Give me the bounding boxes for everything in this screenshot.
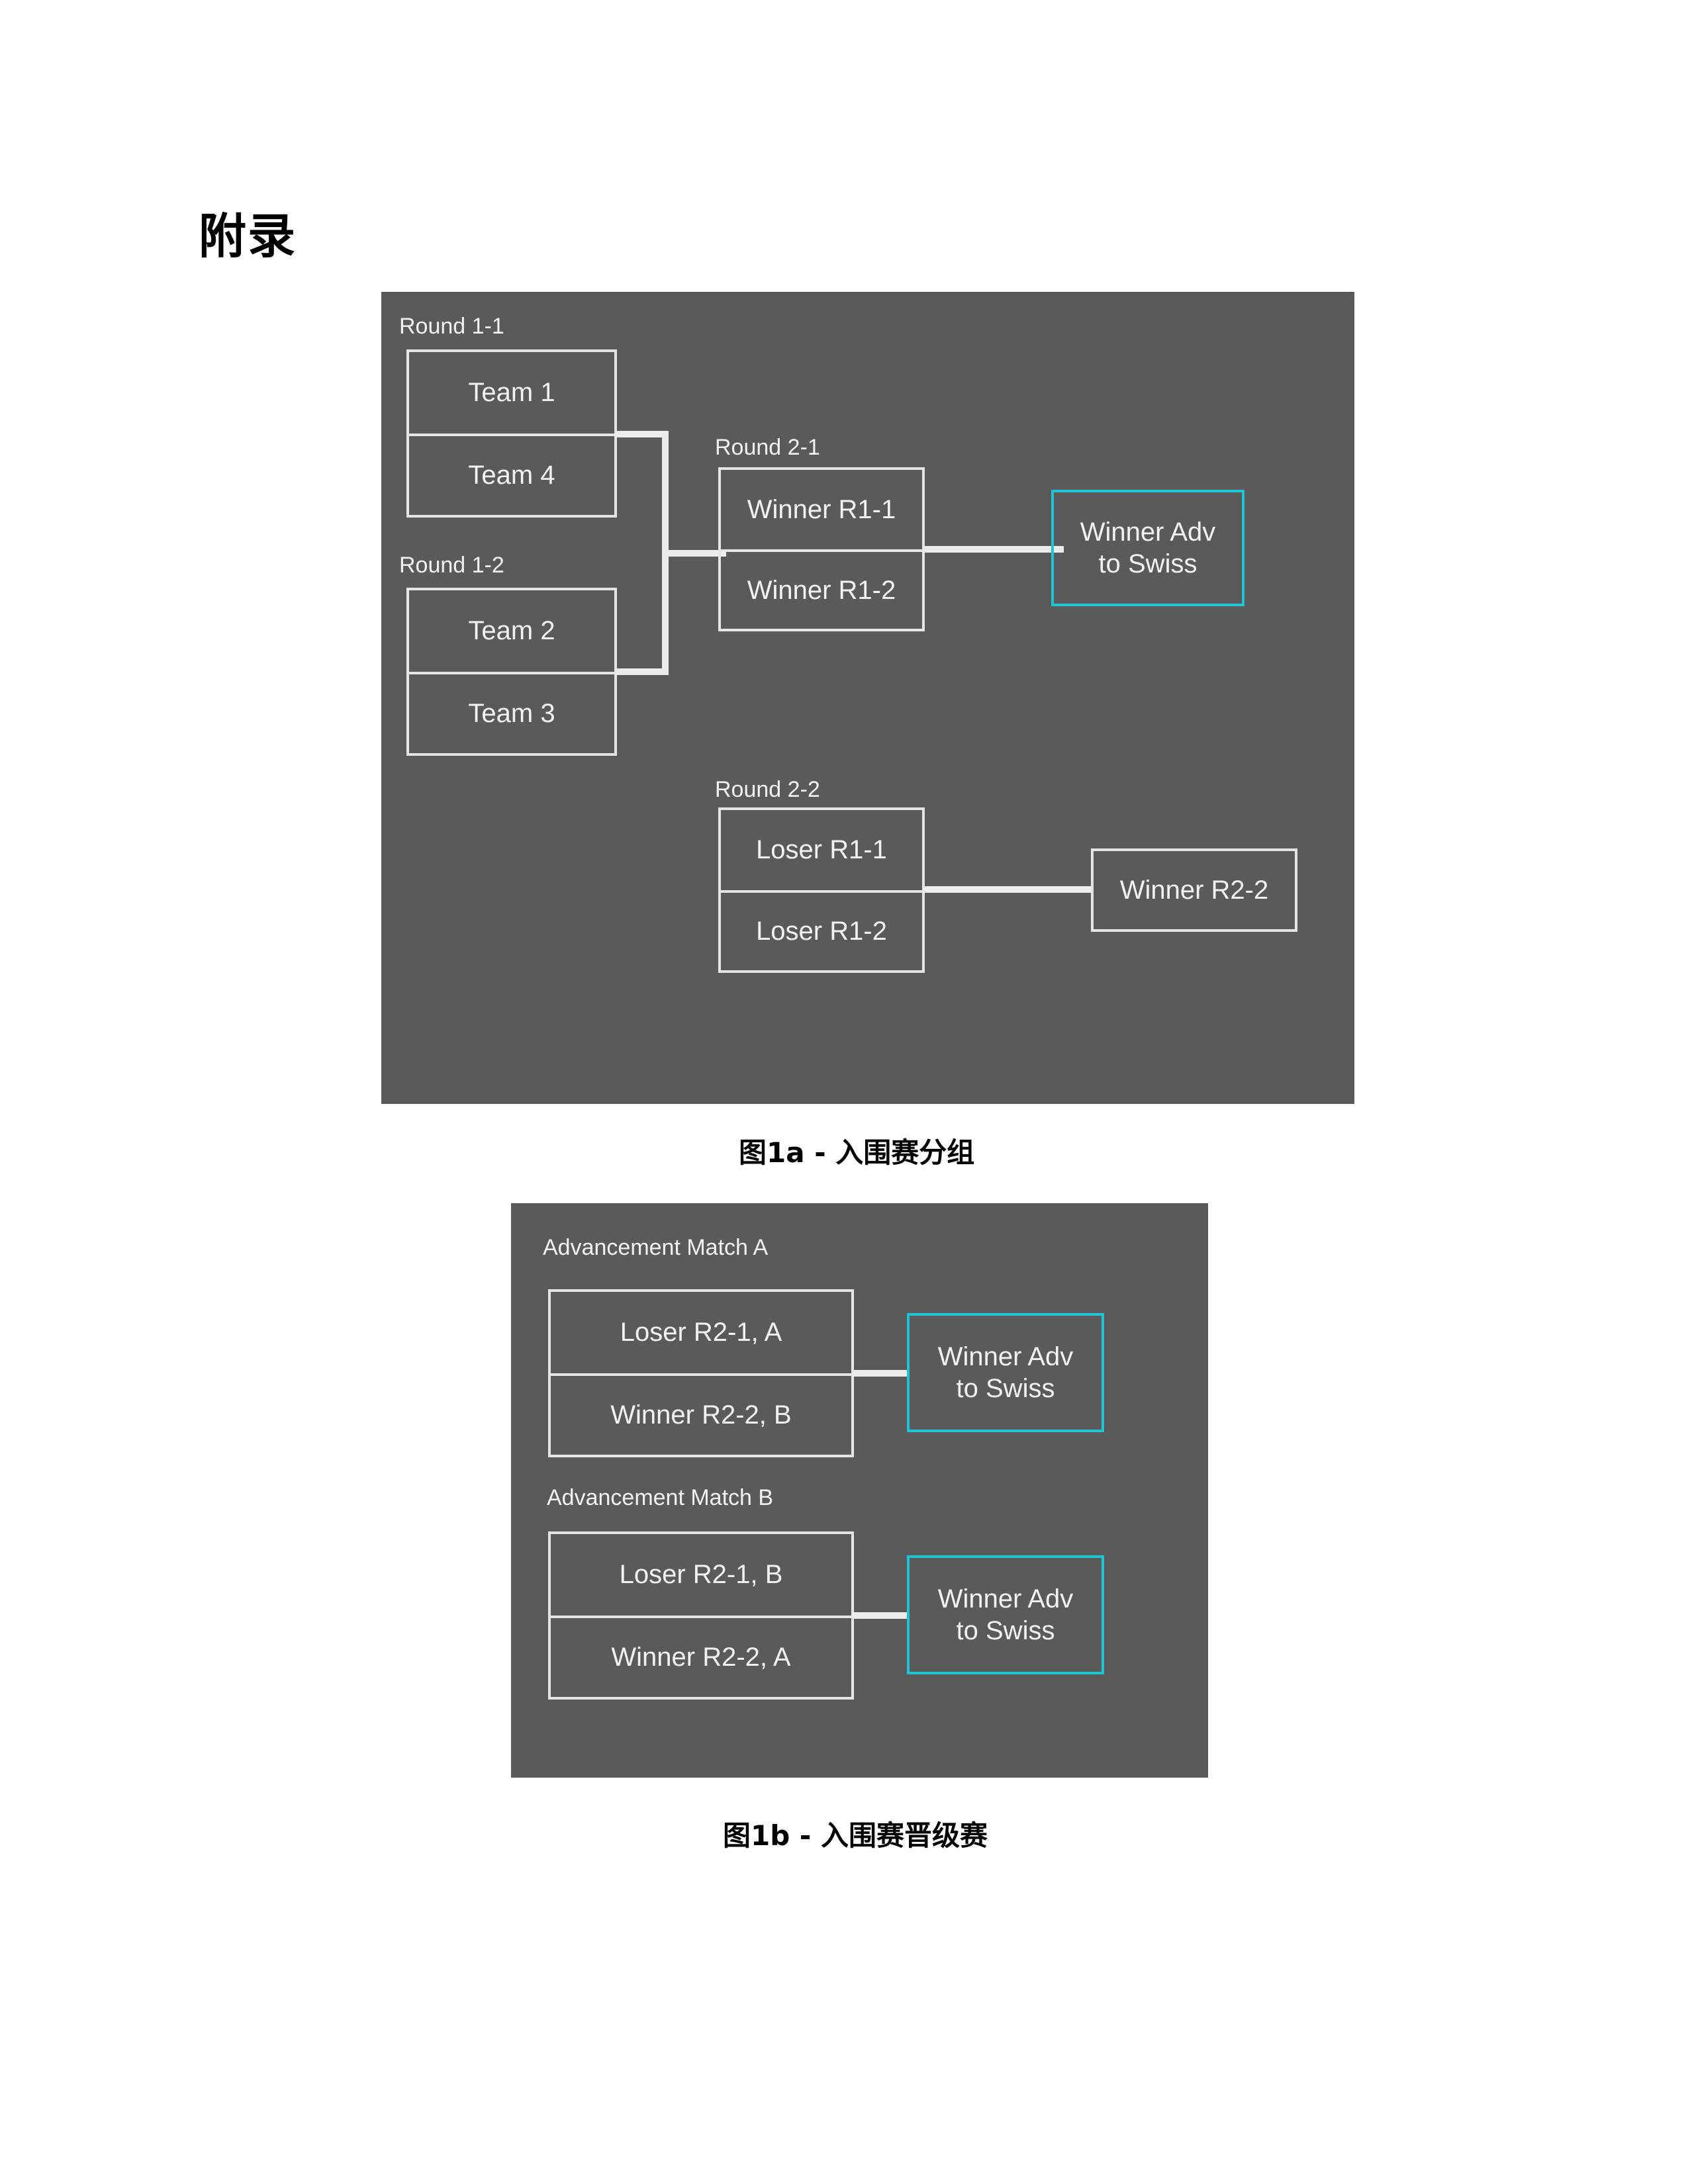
match-a-label: Advancement Match A [543,1235,769,1260]
connector-r2-1-to-swiss [923,546,1064,553]
slot-team-3: Team 3 [409,672,614,753]
round-1-2-match: Team 2 Team 3 [406,588,617,756]
slot-winner-r1-2: Winner R1-2 [721,549,922,629]
connector-r1-to-r2 [662,550,726,557]
slot-winner-r2-2-a: Winner R2-2, A [551,1615,851,1697]
slot-winner-r1-1: Winner R1-1 [747,494,896,524]
advance-line-1: Winner Adv [1080,518,1216,547]
figure-1a-caption: 图1a - 入围赛分组 [739,1136,975,1169]
slot-loser-r1-1: Loser R1-1 [756,835,887,864]
round-1-2-label: Round 1-2 [399,553,504,578]
advance-line-2: to Swiss [1098,549,1197,578]
round-2-1-label: Round 2-1 [715,435,820,460]
slot-team-4: Team 4 [409,433,614,515]
slot-loser-r2-1-a: Loser R2-1, A [620,1318,782,1347]
advance-to-swiss-box-a: Winner Adv to Swiss [907,1313,1104,1432]
round-1-1-label: Round 1-1 [399,314,504,339]
connector-match-a [853,1370,908,1377]
slot-winner-r2-2-b: Winner R2-2, B [551,1373,851,1455]
round-2-2-match: Loser R1-1 Loser R1-2 [718,807,925,973]
match-b-label: Advancement Match B [547,1485,774,1510]
match-b: Loser R2-1, B Winner R2-2, A [548,1531,854,1700]
winner-r2-2-box: Winner R2-2 [1091,848,1297,932]
slot-team-2: Team 2 [468,616,555,645]
round-2-1-match: Winner R1-1 Winner R1-2 [718,467,925,631]
connector-r1-1 [616,431,669,437]
match-a: Loser R2-1, A Winner R2-2, B [548,1289,854,1457]
advance-to-swiss-box-1a: Winner Adv to Swiss [1051,490,1244,606]
connector-r2-2-to-winner [923,886,1092,893]
advance-line-1: Winner Adv [937,1342,1074,1371]
connector-match-b [853,1612,908,1619]
round-2-2-label: Round 2-2 [715,777,820,802]
connector-r1-2 [616,668,669,675]
appendix-heading: 附录 [199,208,297,264]
advance-line-2: to Swiss [956,1616,1055,1645]
advance-to-swiss-box-b: Winner Adv to Swiss [907,1555,1104,1674]
round-1-1-match: Team 1 Team 4 [406,349,617,518]
slot-team-1: Team 1 [468,378,555,407]
slot-loser-r2-1-b: Loser R2-1, B [619,1560,783,1589]
advance-line-1: Winner Adv [937,1584,1074,1614]
slot-loser-r1-2: Loser R1-2 [721,890,922,970]
figure-1b-caption: 图1b - 入围赛晋级赛 [723,1819,988,1852]
advance-line-2: to Swiss [956,1374,1055,1403]
